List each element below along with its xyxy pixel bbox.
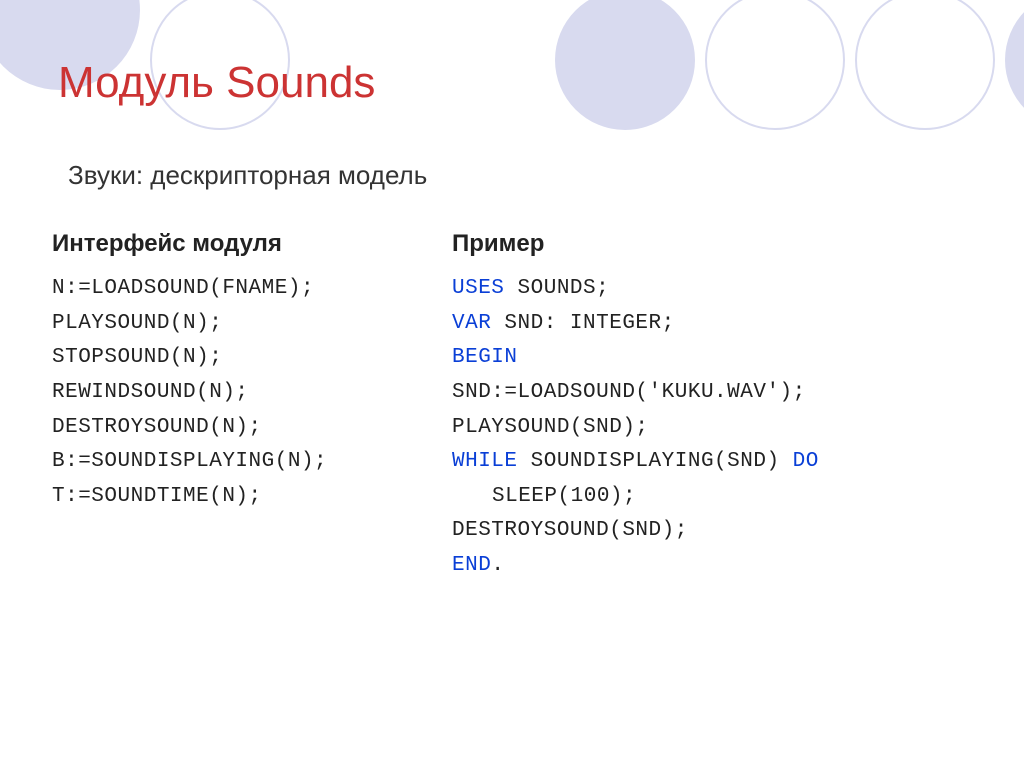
right-column: Пример USES SOUNDS;VAR SND: INTEGER;BEGI… bbox=[432, 230, 984, 584]
right-heading: Пример bbox=[452, 230, 984, 258]
example-code-block: USES SOUNDS;VAR SND: INTEGER;BEGINSND:=L… bbox=[452, 272, 984, 584]
code-line: PLAYSOUND(N); bbox=[52, 307, 432, 342]
code-line: WHILE SOUNDISPLAYING(SND) DO bbox=[452, 445, 984, 480]
keyword: VAR bbox=[452, 312, 491, 335]
circle-outline bbox=[855, 0, 995, 130]
content-columns: Интерфейс модуля N:=LOADSOUND(FNAME);PLA… bbox=[52, 230, 984, 584]
code-line: REWINDSOUND(N); bbox=[52, 376, 432, 411]
keyword: USES bbox=[452, 277, 504, 300]
left-heading: Интерфейс модуля bbox=[52, 230, 432, 258]
code-line: PLAYSOUND(SND); bbox=[452, 411, 984, 446]
interface-code-block: N:=LOADSOUND(FNAME);PLAYSOUND(N);STOPSOU… bbox=[52, 272, 432, 514]
code-line: B:=SOUNDISPLAYING(N); bbox=[52, 445, 432, 480]
keyword: DO bbox=[793, 450, 819, 473]
code-line: BEGIN bbox=[452, 341, 984, 376]
code-line: DESTROYSOUND(SND); bbox=[452, 514, 984, 549]
code-text: SND:=LOADSOUND('KUKU.WAV'); bbox=[452, 381, 806, 404]
keyword: END bbox=[452, 554, 491, 577]
code-line: SLEEP(100); bbox=[452, 480, 984, 515]
code-text: PLAYSOUND(SND); bbox=[452, 416, 649, 439]
code-text: SND: INTEGER; bbox=[491, 312, 674, 335]
circle-filled bbox=[555, 0, 695, 130]
left-column: Интерфейс модуля N:=LOADSOUND(FNAME);PLA… bbox=[52, 230, 432, 584]
code-text: SOUNDISPLAYING(SND) bbox=[518, 450, 793, 473]
keyword: BEGIN bbox=[452, 346, 518, 369]
circle-filled bbox=[1005, 0, 1024, 130]
circle-outline bbox=[705, 0, 845, 130]
code-line: T:=SOUNDTIME(N); bbox=[52, 480, 432, 515]
code-text: SLEEP(100); bbox=[492, 485, 636, 508]
code-text: . bbox=[491, 554, 504, 577]
code-line: SND:=LOADSOUND('KUKU.WAV'); bbox=[452, 376, 984, 411]
code-line: N:=LOADSOUND(FNAME); bbox=[52, 272, 432, 307]
code-line: END. bbox=[452, 549, 984, 584]
code-line: USES SOUNDS; bbox=[452, 272, 984, 307]
slide-title: Модуль Sounds bbox=[58, 58, 375, 108]
code-line: STOPSOUND(N); bbox=[52, 341, 432, 376]
code-line: VAR SND: INTEGER; bbox=[452, 307, 984, 342]
code-text: SOUNDS; bbox=[504, 277, 609, 300]
code-text: DESTROYSOUND(SND); bbox=[452, 519, 688, 542]
slide-subtitle: Звуки: дескрипторная модель bbox=[68, 160, 427, 191]
keyword: WHILE bbox=[452, 450, 518, 473]
code-line: DESTROYSOUND(N); bbox=[52, 411, 432, 446]
